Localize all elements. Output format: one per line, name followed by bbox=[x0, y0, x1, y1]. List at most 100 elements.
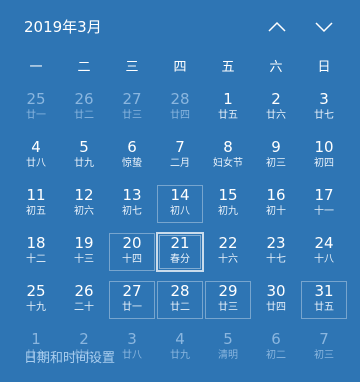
day-number: 29 bbox=[218, 282, 238, 300]
day-cell[interactable]: 31 廿五 bbox=[300, 280, 348, 320]
day-cell[interactable]: 11 初五 bbox=[12, 184, 60, 224]
chevron-up-icon bbox=[268, 21, 286, 32]
day-cell[interactable]: 26 二十 bbox=[60, 280, 108, 320]
day-number: 30 bbox=[266, 282, 286, 300]
lunar-date: 初十 bbox=[266, 206, 286, 217]
day-cell[interactable]: 2 廿六 bbox=[252, 88, 300, 128]
day-cell[interactable]: 24 十八 bbox=[300, 232, 348, 272]
day-number: 4 bbox=[175, 330, 185, 348]
day-number: 27 bbox=[122, 282, 142, 300]
day-cell[interactable]: 14 初八 bbox=[156, 184, 204, 224]
lunar-date: 廿四 bbox=[170, 110, 190, 121]
day-cell[interactable]: 27 廿三 bbox=[108, 88, 156, 128]
day-cell[interactable]: 3 廿七 bbox=[300, 88, 348, 128]
lunar-date: 初九 bbox=[218, 206, 238, 217]
day-cell[interactable]: 28 廿四 bbox=[156, 88, 204, 128]
day-cell[interactable]: 10 初四 bbox=[300, 136, 348, 176]
day-cell[interactable]: 5 清明 bbox=[204, 328, 252, 368]
day-cell[interactable]: 4 廿九 bbox=[156, 328, 204, 368]
day-cell[interactable]: 13 初七 bbox=[108, 184, 156, 224]
day-number: 20 bbox=[122, 234, 142, 252]
day-number: 28 bbox=[170, 282, 190, 300]
lunar-date: 清明 bbox=[218, 350, 238, 361]
lunar-date: 妇女节 bbox=[213, 158, 243, 169]
day-cell-today[interactable]: 21 春分 bbox=[156, 232, 204, 272]
lunar-date: 廿八 bbox=[26, 158, 46, 169]
day-cell[interactable]: 12 初六 bbox=[60, 184, 108, 224]
day-cell[interactable]: 22 十六 bbox=[204, 232, 252, 272]
day-cell[interactable]: 27 廿一 bbox=[108, 280, 156, 320]
day-cell[interactable]: 30 廿四 bbox=[252, 280, 300, 320]
day-cell[interactable]: 28 廿二 bbox=[156, 280, 204, 320]
day-number: 5 bbox=[79, 138, 89, 156]
lunar-date: 十三 bbox=[74, 254, 94, 265]
day-number: 18 bbox=[26, 234, 46, 252]
day-number: 16 bbox=[266, 186, 286, 204]
day-cell[interactable]: 16 初十 bbox=[252, 184, 300, 224]
day-number: 1 bbox=[223, 90, 233, 108]
day-cell[interactable]: 7 初三 bbox=[300, 328, 348, 368]
day-cell[interactable]: 23 十七 bbox=[252, 232, 300, 272]
day-number: 19 bbox=[74, 234, 94, 252]
weekday-label: 三 bbox=[125, 60, 139, 75]
day-cell[interactable]: 25 廿一 bbox=[12, 88, 60, 128]
day-number: 8 bbox=[223, 138, 233, 156]
day-cell[interactable]: 29 廿三 bbox=[204, 280, 252, 320]
lunar-date: 廿一 bbox=[122, 302, 142, 313]
previous-month-button[interactable] bbox=[264, 14, 290, 40]
day-number: 26 bbox=[74, 90, 94, 108]
date-time-settings-link[interactable]: 日期和时间设置 bbox=[24, 350, 115, 368]
day-cell[interactable]: 4 廿八 bbox=[12, 136, 60, 176]
day-cell[interactable]: 1 廿五 bbox=[204, 88, 252, 128]
lunar-date: 十七 bbox=[266, 254, 286, 265]
day-number: 14 bbox=[170, 186, 190, 204]
weekday-header-row: 一 二 三 四 五 六 日 bbox=[12, 58, 348, 78]
day-grid: 25 廿一 26 廿二 27 廿三 28 廿四 1 廿五 2 廿六 3 廿七 4 廿八 5 廿九 6 惊蛰 7 二月 8 妇女… bbox=[12, 88, 348, 368]
day-number: 27 bbox=[122, 90, 142, 108]
day-number: 13 bbox=[122, 186, 142, 204]
day-number: 26 bbox=[74, 282, 94, 300]
day-cell[interactable]: 3 廿八 bbox=[108, 328, 156, 368]
weekday-label: 五 bbox=[221, 60, 235, 75]
day-cell[interactable]: 7 二月 bbox=[156, 136, 204, 176]
day-number: 6 bbox=[127, 138, 137, 156]
day-cell[interactable]: 25 十九 bbox=[12, 280, 60, 320]
day-number: 10 bbox=[314, 138, 334, 156]
lunar-date: 初二 bbox=[266, 350, 286, 361]
day-number: 9 bbox=[271, 138, 281, 156]
day-number: 31 bbox=[314, 282, 334, 300]
day-number: 17 bbox=[314, 186, 334, 204]
next-month-button[interactable] bbox=[311, 14, 337, 40]
month-title[interactable]: 2019年3月 bbox=[24, 17, 102, 37]
lunar-date: 廿三 bbox=[218, 302, 238, 313]
day-number: 1 bbox=[31, 330, 41, 348]
day-cell[interactable]: 19 十三 bbox=[60, 232, 108, 272]
lunar-date: 初三 bbox=[314, 350, 334, 361]
day-cell[interactable]: 15 初九 bbox=[204, 184, 252, 224]
day-number: 3 bbox=[319, 90, 329, 108]
lunar-date: 廿九 bbox=[170, 350, 190, 361]
day-number: 6 bbox=[271, 330, 281, 348]
day-cell[interactable]: 9 初三 bbox=[252, 136, 300, 176]
lunar-date: 十一 bbox=[314, 206, 334, 217]
weekday-label: 日 bbox=[317, 60, 331, 75]
day-cell[interactable]: 18 十二 bbox=[12, 232, 60, 272]
day-cell[interactable]: 17 十一 bbox=[300, 184, 348, 224]
day-cell[interactable]: 20 十四 bbox=[108, 232, 156, 272]
lunar-date: 廿九 bbox=[74, 158, 94, 169]
day-cell[interactable]: 8 妇女节 bbox=[204, 136, 252, 176]
lunar-date: 廿六 bbox=[266, 110, 286, 121]
lunar-date: 十八 bbox=[314, 254, 334, 265]
lunar-date: 十四 bbox=[122, 254, 142, 265]
day-number: 21 bbox=[170, 234, 190, 252]
lunar-date: 初五 bbox=[26, 206, 46, 217]
lunar-date: 春分 bbox=[170, 254, 190, 265]
day-cell[interactable]: 6 初二 bbox=[252, 328, 300, 368]
day-number: 3 bbox=[127, 330, 137, 348]
lunar-date: 二月 bbox=[170, 158, 190, 169]
day-cell[interactable]: 5 廿九 bbox=[60, 136, 108, 176]
day-cell[interactable]: 6 惊蛰 bbox=[108, 136, 156, 176]
lunar-date: 初六 bbox=[74, 206, 94, 217]
day-number: 24 bbox=[314, 234, 334, 252]
day-cell[interactable]: 26 廿二 bbox=[60, 88, 108, 128]
